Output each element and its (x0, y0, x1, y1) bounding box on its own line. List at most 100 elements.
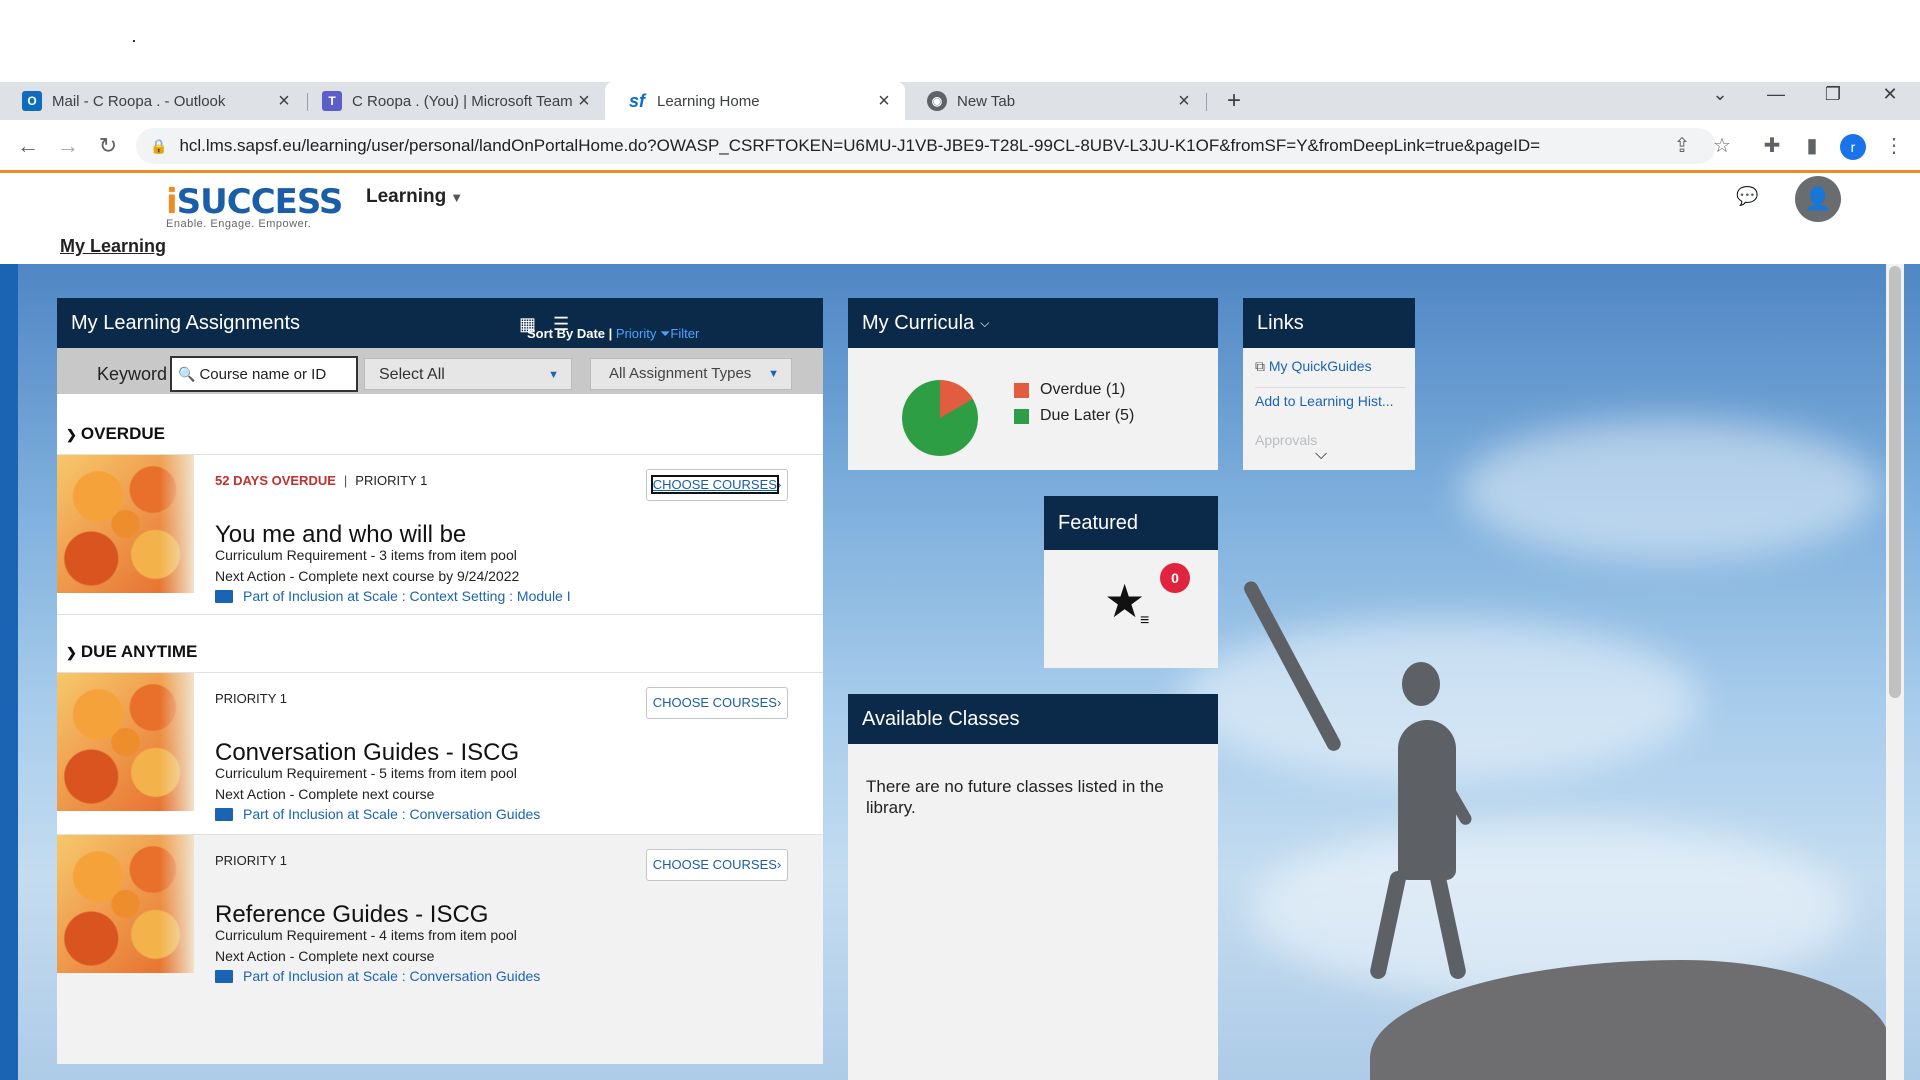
new-tab-button[interactable]: + (1220, 88, 1248, 116)
forward-icon[interactable]: → (54, 132, 82, 160)
curriculum-link[interactable]: Part of Inclusion at Scale : Context Set… (215, 588, 571, 604)
curriculum-link[interactable]: Part of Inclusion at Scale : Conversatio… (215, 968, 540, 984)
tab-teams[interactable]: T C Roopa . (You) | Microsoft Teams × (300, 82, 605, 120)
share-icon[interactable]: ⇪ (1668, 132, 1696, 160)
chevron-down-icon: ⌵ (980, 315, 990, 330)
filter-link[interactable]: Filter (670, 326, 699, 341)
overdue-status: 52 DAYS OVERDUE (215, 473, 336, 488)
lock-icon[interactable]: 🔒 (150, 138, 167, 155)
assignment-title[interactable]: Conversation Guides - ISCG (215, 739, 519, 767)
breadcrumb-my-learning[interactable]: My Learning (60, 236, 166, 257)
no-classes-message: There are no future classes listed in th… (866, 777, 1164, 817)
tab-search-icon[interactable]: ⌄ (1700, 84, 1740, 105)
sort-by-priority[interactable]: Priority (616, 326, 656, 341)
module-menu[interactable]: Learning ▼ (366, 186, 463, 208)
side-panel-icon[interactable]: ▮ (1798, 132, 1826, 160)
notifications-icon[interactable]: 💬 (1736, 186, 1760, 210)
close-window-button[interactable]: ✕ (1870, 84, 1910, 105)
chevron-right-icon: › (776, 695, 782, 710)
chevron-down-icon: ❯ (66, 645, 77, 660)
list-lines-icon: ≡ (1140, 612, 1150, 629)
address-bar[interactable]: 🔒 hcl.lms.sapsf.eu/learning/user/persona… (136, 128, 1716, 164)
tab-learning-home[interactable]: sf Learning Home × (605, 82, 905, 120)
divider (1255, 387, 1405, 388)
back-icon[interactable]: ← (14, 132, 42, 160)
puzzle-thumbnail[interactable] (57, 455, 194, 593)
chevron-down-icon: ❯ (66, 427, 77, 442)
classes-header: Available Classes (848, 694, 1218, 744)
priority-label: PRIORITY 1 (355, 473, 428, 488)
chrome-icon: ◉ (927, 91, 947, 111)
outlook-icon: O (22, 91, 42, 111)
minimize-button[interactable]: — (1756, 84, 1796, 105)
assignment-title[interactable]: Reference Guides - ISCG (215, 901, 488, 929)
status-select[interactable]: Select All ▼ (364, 358, 572, 390)
folder-icon (215, 807, 233, 821)
menu-kebab-icon[interactable]: ⋮ (1880, 132, 1908, 160)
filter-icon[interactable]: ⏷ (660, 326, 670, 341)
user-avatar[interactable]: 👤 (1795, 176, 1841, 222)
assignment-card: PRIORITY 1 CHOOSE COURSES› Reference Gui… (57, 835, 823, 984)
legend-swatch (1014, 408, 1029, 424)
isuccess-logo[interactable]: iSUCCESS Enable. Engage. Empower. (166, 184, 343, 236)
section-due-anytime[interactable]: ❯ DUE ANYTIME (66, 642, 197, 662)
next-action-text: Next Action - Complete next course (215, 786, 435, 802)
choose-courses-button[interactable]: CHOOSE COURSES› (646, 687, 788, 719)
scrollbar-thumb[interactable] (1889, 266, 1901, 698)
section-overdue[interactable]: ❯ OVERDUE (66, 424, 165, 444)
requirement-text: Curriculum Requirement - 5 items from it… (215, 765, 517, 781)
profile-avatar[interactable]: r (1840, 134, 1866, 160)
teams-icon: T (322, 91, 342, 111)
left-strip (0, 264, 18, 1080)
priority-label: PRIORITY 1 (215, 853, 288, 868)
assignment-type-select[interactable]: All Assignment Types ▼ (590, 358, 792, 390)
curriculum-link[interactable]: Part of Inclusion at Scale : Conversatio… (215, 806, 540, 822)
cloud (1460, 420, 1880, 560)
choose-courses-button[interactable]: CHOOSE COURSES› (646, 469, 788, 501)
priority-label: PRIORITY 1 (215, 691, 288, 706)
choose-courses-button[interactable]: CHOOSE COURSES› (646, 849, 788, 881)
sort-by-date[interactable]: Sort By Date | (527, 326, 612, 341)
close-icon[interactable]: × (273, 90, 295, 113)
featured-count-badge: 0 (1160, 563, 1190, 593)
puzzle-thumbnail[interactable] (57, 835, 194, 973)
assignment-card: 52 DAYS OVERDUE | PRIORITY 1 CHOOSE COURSE… (57, 455, 823, 604)
legend-due-later: Due Later (5) (1014, 407, 1134, 425)
reload-icon[interactable]: ↻ (94, 132, 122, 160)
chevron-down-icon[interactable]: ⌵ (1315, 446, 1327, 464)
legend-swatch (1014, 382, 1029, 398)
next-action-text: Next Action - Complete next course (215, 948, 435, 964)
dropdown-arrow-icon: ▼ (548, 369, 559, 381)
close-icon[interactable]: × (573, 90, 595, 113)
link-add-learning-history[interactable]: Add to Learning Hist... (1255, 393, 1394, 409)
person-head (1402, 662, 1440, 706)
chevron-right-icon: › (776, 857, 782, 872)
search-icon: 🔍 (178, 365, 196, 382)
curricula-pie-chart[interactable] (902, 380, 978, 456)
requirement-text: Curriculum Requirement - 3 items from it… (215, 547, 517, 563)
link-approvals[interactable]: Approvals (1255, 432, 1317, 448)
curricula-header[interactable]: My Curricula ⌵ (848, 298, 1218, 348)
puzzle-thumbnail[interactable] (57, 673, 194, 811)
tab-separator (1206, 93, 1207, 111)
divider (57, 614, 823, 615)
tab-new-tab[interactable]: ◉ New Tab × (905, 82, 1205, 120)
link-my-quickguides[interactable]: ⧉ My QuickGuides (1255, 358, 1372, 375)
requirement-text: Curriculum Requirement - 4 items from it… (215, 927, 517, 943)
quickguides-icon: ⧉ (1255, 358, 1269, 374)
sort-bar: Sort By Date | Priority ⏷Filter (527, 326, 699, 342)
close-icon[interactable]: × (873, 90, 895, 113)
links-header: Links (1243, 298, 1415, 348)
extensions-icon[interactable]: ✚ (1758, 132, 1786, 160)
assignment-card: PRIORITY 1 CHOOSE COURSES› Conversation … (57, 673, 823, 822)
assignments-header: My Learning Assignments ▦ ☰ (57, 298, 823, 348)
next-action-text: Next Action - Complete next course by 9/… (215, 568, 520, 584)
keyword-label: Keyword (97, 364, 168, 384)
close-icon[interactable]: × (1173, 90, 1195, 113)
assignment-title[interactable]: You me and who will be (215, 521, 466, 549)
restore-button[interactable]: ❐ (1813, 84, 1853, 105)
tab-outlook[interactable]: O Mail - C Roopa . - Outlook × (0, 82, 305, 120)
keyword-search-input[interactable]: 🔍 Course name or ID (170, 356, 358, 392)
bookmark-star-icon[interactable]: ☆ (1708, 132, 1736, 160)
folder-icon (215, 589, 233, 603)
